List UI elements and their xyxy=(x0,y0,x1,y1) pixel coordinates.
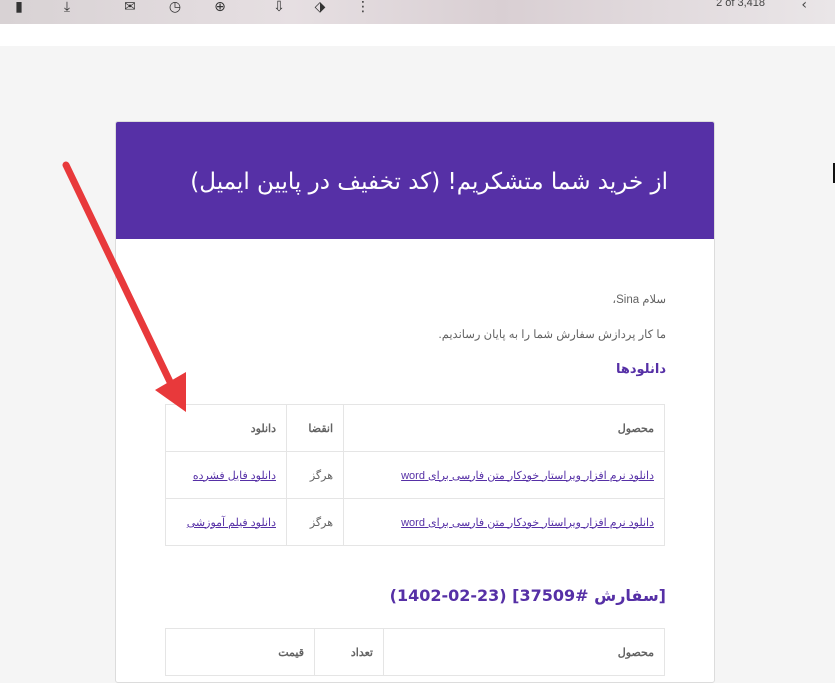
intro-text: ما کار پردازش سفارش شما را به پایان رسان… xyxy=(438,329,667,341)
downloads-heading: دانلودها xyxy=(615,362,666,377)
move-icon[interactable]: ⇩ xyxy=(270,0,288,16)
order-heading: [سفارش #37509] (23-02-1402) xyxy=(389,586,666,605)
product-link[interactable]: دانلود نرم افزار ویراستار خودکار متن فار… xyxy=(401,470,654,482)
download-link[interactable]: دانلود فیلم آموزشی xyxy=(187,517,276,529)
downloads-table: محصول انقضا دانلود دانلود نرم افزار ویرا… xyxy=(165,404,665,546)
mail-toolbar: ▮ ⤓ ✉ ◷ ⊕ ⇩ ⬗ ⋮ 2 of 3,418 ‹ xyxy=(0,0,835,24)
download-icon[interactable]: ⤓ xyxy=(58,0,76,16)
banner-title: از خرید شما متشکریم! (کد تخفیف در پایین … xyxy=(190,169,668,195)
header-price: قیمت xyxy=(165,628,315,676)
greeting-text: سلام Sina، xyxy=(612,294,666,306)
expires-cell: هرگز xyxy=(286,451,344,499)
table-row: دانلود نرم افزار ویراستار خودکار متن فار… xyxy=(165,451,665,499)
toolbar-spacer xyxy=(0,24,835,46)
trash-icon[interactable]: ▮ xyxy=(10,0,28,16)
table-row: دانلود نرم افزار ویراستار خودکار متن فار… xyxy=(165,498,665,546)
header-product: محصول xyxy=(343,404,665,452)
download-cell: دانلود فیلم آموزشی xyxy=(165,498,287,546)
header-download: دانلود xyxy=(165,404,287,452)
more-icon[interactable]: ⋮ xyxy=(354,0,372,16)
email-card: از خرید شما متشکریم! (کد تخفیف در پایین … xyxy=(115,121,715,683)
clock-icon[interactable]: ◷ xyxy=(166,0,184,16)
email-banner: از خرید شما متشکریم! (کد تخفیف در پایین … xyxy=(116,122,714,239)
order-table: محصول تعداد قیمت xyxy=(165,628,665,676)
header-product: محصول xyxy=(383,628,665,676)
download-cell: دانلود فایل فشرده xyxy=(165,451,287,499)
message-counter: 2 of 3,418 xyxy=(716,0,765,9)
mark-icon[interactable]: ✉ xyxy=(121,0,139,16)
download-link[interactable]: دانلود فایل فشرده xyxy=(193,470,276,482)
expires-cell: هرگز xyxy=(286,498,344,546)
product-cell: دانلود نرم افزار ویراستار خودکار متن فار… xyxy=(343,451,665,499)
table-header-row: محصول انقضا دانلود xyxy=(165,404,665,452)
product-link[interactable]: دانلود نرم افزار ویراستار خودکار متن فار… xyxy=(401,517,654,529)
add-task-icon[interactable]: ⊕ xyxy=(211,0,229,16)
header-expires: انقضا xyxy=(286,404,344,452)
chevron-left-icon[interactable]: ‹ xyxy=(801,0,807,13)
table-header-row: محصول تعداد قیمت xyxy=(165,628,665,676)
label-icon[interactable]: ⬗ xyxy=(311,0,329,16)
product-cell: دانلود نرم افزار ویراستار خودکار متن فار… xyxy=(343,498,665,546)
header-quantity: تعداد xyxy=(314,628,384,676)
